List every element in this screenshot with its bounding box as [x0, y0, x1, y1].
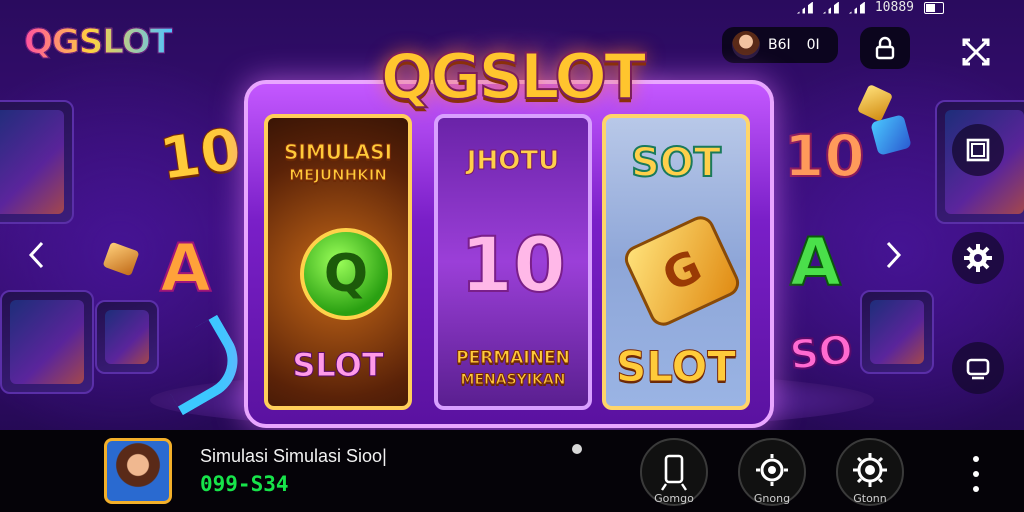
signal-icon	[796, 1, 813, 14]
reel1-bottom: SLOT	[292, 346, 384, 385]
next-arrow-button[interactable]	[878, 240, 908, 270]
bg-machine-left-bottom	[0, 290, 94, 394]
bg-machine-left-top	[0, 100, 74, 224]
app-code: 099-S34	[200, 472, 289, 496]
lock-button[interactable]	[860, 27, 910, 69]
gold-key-icon: G	[620, 211, 744, 331]
close-icon	[962, 38, 990, 66]
status-bar: 10889	[796, 0, 944, 15]
reel3-top: SOT	[630, 139, 722, 187]
lock-icon	[875, 36, 895, 60]
settings-button[interactable]	[952, 232, 1004, 284]
page-indicator-dot	[572, 444, 582, 454]
window-icon	[966, 138, 990, 162]
reel2-top: JHOTU	[466, 146, 560, 177]
reel2-bottom-line1: PERMAINEN	[456, 348, 571, 369]
q-emblem-icon: Q	[300, 228, 392, 320]
dot-icon	[973, 456, 979, 462]
reel-1[interactable]: SIMULASI MEJUNHKIN Q SLOT	[264, 114, 412, 410]
floating-gem-left	[102, 241, 140, 277]
gear-icon	[853, 453, 887, 487]
reel2-middle: 10	[459, 219, 567, 310]
chevron-right-icon	[886, 241, 902, 269]
floating-gem-right-2	[870, 114, 912, 156]
phone-icon	[661, 454, 687, 491]
avatar	[732, 31, 760, 59]
dot-icon	[973, 471, 979, 477]
floating-a-left: A	[159, 229, 212, 308]
reel-2[interactable]: JHOTU 10 PERMAINEN MENASYIKAN	[434, 114, 592, 410]
bg-machine-left-mid	[95, 300, 159, 374]
prev-arrow-button[interactable]	[22, 240, 52, 270]
bg-machine-right-bottom	[860, 290, 934, 374]
dot-icon	[973, 486, 979, 492]
app-thumbnail[interactable]	[104, 438, 172, 504]
battery-icon	[924, 1, 944, 14]
fullscreen-close-button[interactable]	[956, 32, 996, 72]
profile-value-a: B6I	[768, 37, 791, 53]
floating-so-right: SO	[787, 326, 856, 380]
profile-value-b: 0I	[806, 37, 820, 53]
chevron-left-icon	[28, 241, 44, 269]
signal-icon-2	[822, 1, 839, 14]
status-time: 10889	[874, 0, 914, 15]
reel-3[interactable]: SOT G SLOT	[602, 114, 750, 410]
signal-icon-3	[848, 1, 865, 14]
reel2-bottom-line2: MENASYIKAN	[460, 372, 566, 389]
control-label-3: Gtonn	[853, 492, 887, 505]
reel1-top-line2: MEJUNHKIN	[289, 166, 388, 185]
profile-pill[interactable]: B6I 0I	[722, 27, 838, 63]
screen-button[interactable]	[952, 342, 1004, 394]
reel1-top-line1: SIMULASI	[283, 140, 393, 165]
game-title: QGSLOT	[380, 39, 648, 114]
control-label-2: Gnong	[753, 492, 791, 505]
gear-icon	[756, 454, 788, 486]
more-menu-button[interactable]	[966, 456, 986, 492]
window-button[interactable]	[952, 124, 1004, 176]
screen-icon	[966, 358, 990, 380]
floating-10-right: 10	[783, 121, 866, 191]
gear-icon	[964, 244, 992, 272]
control-label-1: Gomgo	[654, 492, 694, 505]
floating-a-right: A	[789, 223, 842, 302]
reel3-bottom: SLOT	[616, 342, 737, 392]
app-title: Simulasi Simulasi Sioo|	[200, 446, 387, 466]
floating-10-left: 10	[155, 114, 246, 194]
app-logo: QGSLOT	[24, 22, 174, 63]
floating-gem-right-1	[856, 83, 894, 123]
